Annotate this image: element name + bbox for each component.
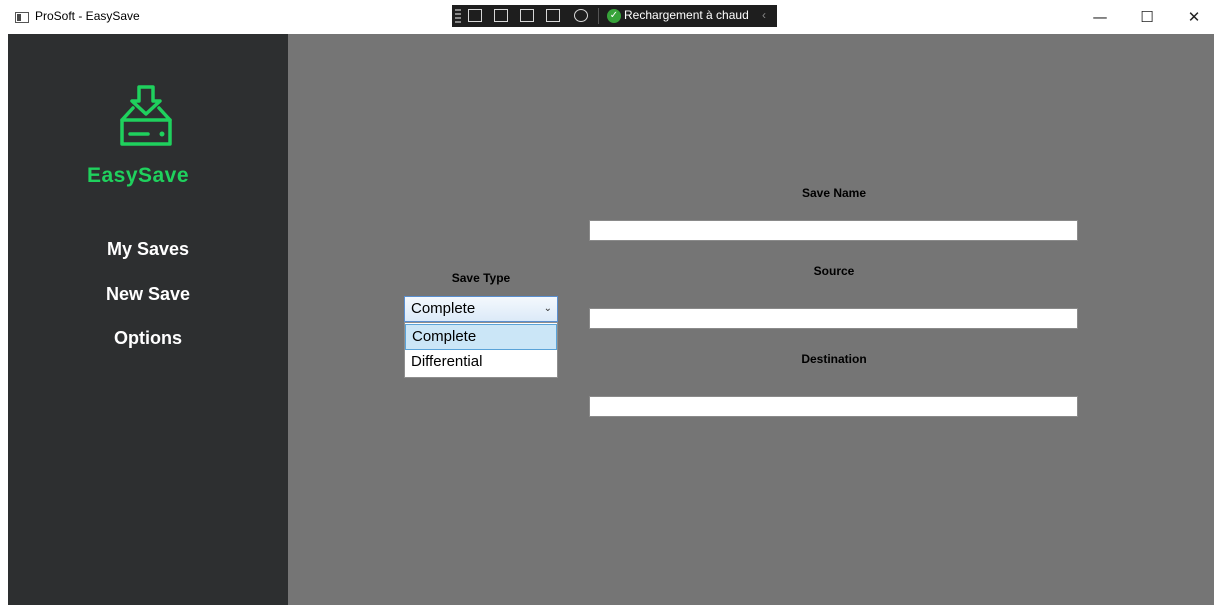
option-complete[interactable]: Complete <box>405 324 557 350</box>
app-window-icon <box>15 12 29 23</box>
save-type-dropdown-list: Complete Differential <box>404 322 558 378</box>
nav-new-save[interactable]: New Save <box>8 284 288 305</box>
save-type-label: Save Type <box>451 271 511 285</box>
new-save-form: Save Type Complete ⌄ Complete Differenti… <box>288 34 1214 605</box>
collapse-toolbar-button[interactable]: ‹ <box>762 8 766 22</box>
display-layout-adorners-icon[interactable] <box>520 9 534 22</box>
nav-options[interactable]: Options <box>8 328 288 349</box>
destination-input[interactable] <box>589 396 1078 417</box>
toolbar-grip-icon[interactable] <box>455 9 461 23</box>
destination-label: Destination <box>801 352 867 366</box>
sidebar: EasySave My Saves New Save Options <box>8 34 288 605</box>
save-name-input[interactable] <box>589 220 1078 241</box>
option-differential[interactable]: Differential <box>405 350 557 376</box>
close-button[interactable]: ✕ <box>1174 4 1214 30</box>
select-element-icon[interactable] <box>494 9 508 22</box>
window-title: ProSoft - EasySave <box>35 9 140 23</box>
track-focused-element-icon[interactable] <box>546 9 560 22</box>
binding-failures-icon[interactable] <box>574 9 588 22</box>
save-type-select[interactable]: Complete ⌄ <box>404 296 558 322</box>
xaml-debug-toolbar: ✓ Rechargement à chaud ‹ <box>452 5 777 27</box>
source-input[interactable] <box>589 308 1078 329</box>
nav-my-saves[interactable]: My Saves <box>8 239 288 260</box>
minimize-button[interactable]: — <box>1080 4 1120 30</box>
app-brand-name: EasySave <box>86 164 190 187</box>
toolbar-separator <box>598 8 599 24</box>
hot-reload-status-icon: ✓ <box>607 9 621 23</box>
maximize-button[interactable]: ☐ <box>1127 4 1167 30</box>
source-label: Source <box>813 264 855 278</box>
save-type-selected-value: Complete <box>411 300 476 317</box>
window-title-bar: ProSoft - EasySave ✓ Rechargement à chau… <box>0 0 1214 34</box>
download-drive-logo-icon <box>120 85 172 146</box>
chevron-down-icon: ⌄ <box>543 303 552 314</box>
save-name-label: Save Name <box>801 186 867 200</box>
hot-reload-label[interactable]: Rechargement à chaud <box>624 8 749 22</box>
live-visual-tree-icon[interactable] <box>468 9 482 22</box>
